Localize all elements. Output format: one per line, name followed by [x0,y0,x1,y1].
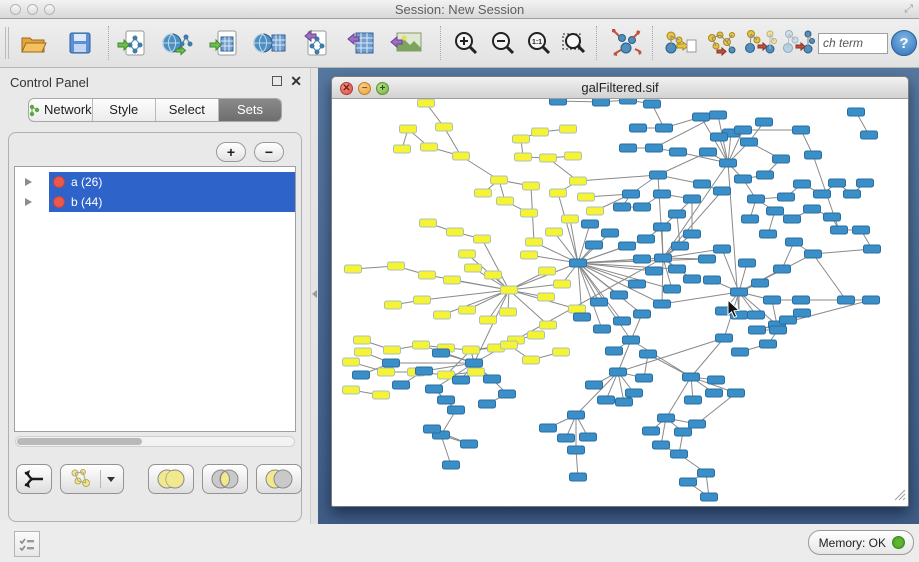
scrollbar-thumb[interactable] [17,438,142,445]
import-table-file-icon[interactable] [206,25,242,61]
resize-grip-icon[interactable] [892,487,906,501]
toolbar-drag-handle[interactable] [5,27,9,59]
network-desktop: ✕ − + galFiltered.sif [318,68,919,524]
tab-select-label: Select [169,99,205,121]
close-panel-icon[interactable]: ✕ [290,73,302,90]
toolbar-separator [596,26,597,60]
mouse-cursor-icon [727,299,741,319]
app-titlebar[interactable]: Session: New Session ⤢ [0,0,919,19]
memory-status-label: Memory: OK [819,536,886,550]
tab-sets-label: Sets [237,99,263,121]
zoom-out-icon[interactable] [485,25,521,61]
create-set-from-network-button[interactable] [60,464,124,494]
button-divider [100,470,101,488]
horizontal-scrollbar[interactable] [15,436,295,447]
set-label: b (44) [71,195,102,209]
list-item[interactable]: a (26) [15,172,296,192]
zoom-in-icon[interactable] [448,25,484,61]
remove-set-button[interactable]: − [254,142,284,162]
control-panel-header: Control Panel ✕ [0,70,310,94]
tab-network[interactable]: Network [29,99,93,121]
expand-triangle-icon[interactable] [25,178,32,186]
expand-corner-icon[interactable]: ⤢ [904,3,913,16]
export-table-icon[interactable] [344,25,380,61]
network-window[interactable]: ✕ − + galFiltered.sif [331,76,909,507]
set-marker-icon [53,176,65,188]
network-graph[interactable] [332,99,908,503]
export-network-icon[interactable] [298,25,334,61]
collapse-panel-icon[interactable] [312,290,317,298]
invert-selection-icon[interactable] [780,25,816,61]
import-network-web-icon[interactable] [160,25,196,61]
application-window: Session: New Session ⤢ [0,0,919,562]
zoom-fit-icon[interactable] [556,25,592,61]
import-network-file-icon[interactable] [114,25,150,61]
help-icon[interactable]: ? [891,30,917,56]
float-panel-icon[interactable] [272,76,282,86]
copy-selection-icon[interactable] [742,25,778,61]
open-session-icon[interactable] [16,25,52,61]
select-first-neighbors-icon[interactable] [702,25,738,61]
toolbar-separator [440,26,441,60]
tab-sets[interactable]: Sets [219,99,281,121]
yellow-network-icon [69,468,95,490]
toolbar-separator [108,26,109,60]
network-window-title: galFiltered.sif [332,80,908,95]
expand-triangle-icon[interactable] [25,198,32,206]
memory-ok-icon [892,536,905,549]
export-image-icon[interactable] [388,25,424,61]
panel-splitter[interactable] [310,68,318,524]
save-session-icon[interactable] [62,25,98,61]
network-canvas[interactable] [332,99,908,503]
control-panel-tabbar: Network Style Select Sets [28,98,282,122]
list-item[interactable]: b (44) [15,192,296,212]
control-panel-title: Control Panel [10,75,89,90]
zoom-actual-size-icon[interactable]: 1:1 [521,25,557,61]
status-bar: Memory: OK [0,524,919,562]
intersection-icon[interactable] [202,464,248,494]
control-panel: Control Panel ✕ Network Style Select Set… [0,68,310,520]
difference-icon[interactable] [256,464,302,494]
union-icon[interactable] [148,464,194,494]
add-set-button[interactable]: + [216,142,246,162]
search-input[interactable]: ch term [818,33,888,54]
toolbar-separator [652,26,653,60]
task-history-icon[interactable] [14,531,40,557]
tab-network-label: Network [44,99,92,121]
network-tab-icon [29,104,40,117]
set-label: a (26) [71,175,102,189]
tab-style-label: Style [109,99,138,121]
import-table-web-icon[interactable] [252,25,288,61]
tab-style[interactable]: Style [93,99,156,121]
tab-select[interactable]: Select [156,99,219,121]
main-toolbar: 1:1 ch term ? [0,19,919,68]
svg-text:1:1: 1:1 [532,39,542,46]
apply-layout-icon[interactable] [608,25,644,61]
network-window-titlebar[interactable]: ✕ − + galFiltered.sif [332,77,908,99]
sets-list[interactable]: a (26) b (44) [14,166,296,432]
chevron-down-icon[interactable] [106,475,116,483]
app-title: Session: New Session [0,2,919,17]
set-marker-icon [53,196,65,208]
split-set-icon[interactable] [16,464,52,494]
memory-status-button[interactable]: Memory: OK [808,530,914,555]
select-from-file-icon[interactable] [662,25,698,61]
